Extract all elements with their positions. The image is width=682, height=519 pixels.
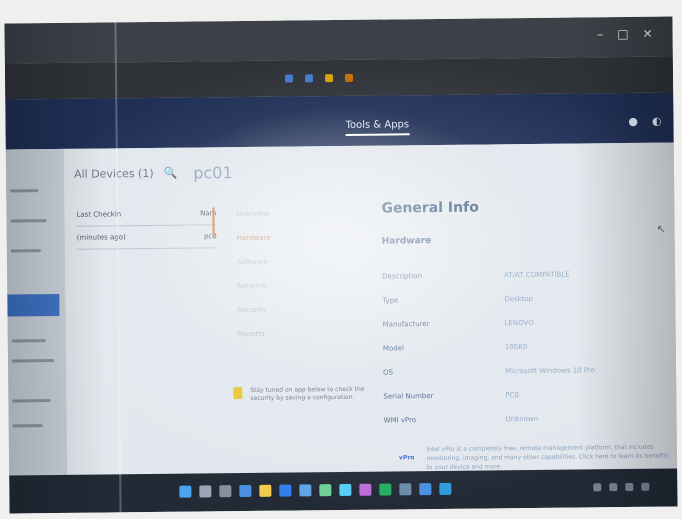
info-label: Type xyxy=(382,296,399,305)
app-header: Tools & Apps ● ◐ xyxy=(5,92,674,150)
sidebar-item[interactable] xyxy=(10,189,39,193)
browser-titlebar: – □ ✕ xyxy=(4,16,673,64)
sidebar-item[interactable] xyxy=(10,249,41,253)
bookmark-icon xyxy=(305,74,314,83)
store-icon[interactable] xyxy=(279,484,292,497)
app-icon[interactable] xyxy=(439,482,452,495)
app-icon[interactable] xyxy=(359,483,372,496)
search-icon[interactable] xyxy=(199,485,212,498)
sidebar xyxy=(5,148,68,476)
info-value: AT/AT COMPATIBLE xyxy=(504,270,570,280)
device-title: pc01 xyxy=(193,163,233,183)
device-nav: Overview Hardware Software Network Secur… xyxy=(236,201,368,346)
bookmark-icon xyxy=(344,73,354,82)
page-title: General Info xyxy=(381,199,479,217)
start-icon[interactable] xyxy=(179,485,192,498)
bookmark-1[interactable] xyxy=(285,74,294,83)
app-icon[interactable] xyxy=(339,483,352,497)
info-label: Description xyxy=(382,272,423,281)
info-value: 10SK0 xyxy=(504,343,528,352)
info-value: LENOVO xyxy=(504,318,534,328)
info-value: Microsoft Windows 10 Pro xyxy=(505,366,595,376)
sidebar-item[interactable] xyxy=(10,219,47,223)
mail-icon[interactable] xyxy=(299,484,312,497)
info-label: WMI vPro xyxy=(383,416,417,425)
window-controls: – □ ✕ xyxy=(597,27,653,42)
sidebar-item[interactable] xyxy=(11,339,46,343)
section-title: Hardware xyxy=(381,236,432,247)
device-list: Last Checkin Nam (minutes ago) pc0 xyxy=(76,202,217,250)
bookmark-icon xyxy=(325,74,334,83)
info-label: Model xyxy=(382,344,404,353)
nav-item-hardware[interactable]: Hardware xyxy=(237,225,367,250)
info-row: WMI vPro Unknown xyxy=(384,406,674,433)
info-row: Type Desktop xyxy=(382,286,672,313)
app-icon[interactable] xyxy=(379,483,392,496)
tray-icon[interactable] xyxy=(625,482,634,492)
folder-icon[interactable] xyxy=(259,484,272,497)
bookmark-4[interactable] xyxy=(344,73,354,82)
cell-name: pc0 xyxy=(203,232,217,241)
app-icon[interactable] xyxy=(319,484,332,497)
vpro-badge[interactable]: vPro xyxy=(399,453,415,472)
selection-indicator xyxy=(212,207,215,238)
tray-icon[interactable] xyxy=(641,482,650,491)
header-icons: ● ◐ xyxy=(628,115,661,128)
photo-stage: – □ ✕ Tools & Apps ● ◐ All Devices (1) 🔍… xyxy=(0,0,682,519)
info-label: OS xyxy=(383,368,394,377)
tip-text: Stay tuned on app below to check the sec… xyxy=(250,385,365,403)
bookmark-3[interactable] xyxy=(325,74,334,83)
general-info-panel: General Info Hardware Description AT/AT … xyxy=(381,198,673,433)
minimize-icon[interactable]: – xyxy=(597,27,603,41)
account-icon[interactable]: ◐ xyxy=(652,115,662,128)
nav-item-overview[interactable]: Overview xyxy=(236,201,366,226)
edge-icon[interactable] xyxy=(239,484,252,498)
bookmark-2[interactable] xyxy=(305,74,314,83)
app-icon[interactable] xyxy=(399,483,412,496)
table-row[interactable]: (minutes ago) pc0 xyxy=(76,225,217,250)
lightbulb-icon xyxy=(233,387,243,400)
sidebar-item[interactable] xyxy=(11,359,55,363)
system-tray xyxy=(593,482,650,492)
nav-item-security[interactable]: Security xyxy=(237,297,367,322)
close-icon[interactable]: ✕ xyxy=(642,27,652,41)
search-icon[interactable]: 🔍 xyxy=(164,167,178,180)
info-label: Manufacturer xyxy=(382,320,430,329)
notification-icon[interactable]: ● xyxy=(628,115,638,128)
list-header-row: Last Checkin Nam xyxy=(76,202,217,227)
nav-item-network[interactable]: Network xyxy=(237,273,367,298)
sidebar-item[interactable] xyxy=(12,424,43,428)
info-row: Serial Number PC0 xyxy=(383,382,673,409)
vpro-text[interactable]: Intel vPro is a completely free, remote … xyxy=(426,443,669,473)
info-row: Manufacturer LENOVO xyxy=(383,310,673,337)
info-row: Description AT/AT COMPATIBLE xyxy=(382,262,672,289)
info-row: OS Microsoft Windows 10 Pro xyxy=(383,358,673,385)
tip-box: Stay tuned on app below to check the sec… xyxy=(233,386,373,404)
vpro-promo: vPro Intel vPro is a completely free, re… xyxy=(399,443,669,473)
sidebar-item[interactable] xyxy=(12,399,51,403)
app-icon[interactable] xyxy=(419,483,432,496)
tray-icon[interactable] xyxy=(609,483,618,492)
info-row: Model 10SK0 xyxy=(383,334,673,361)
nav-item-reports[interactable]: Reports xyxy=(238,321,368,346)
maximize-icon[interactable]: □ xyxy=(617,27,628,41)
info-value: Desktop xyxy=(504,294,534,304)
tray-icon[interactable] xyxy=(593,483,602,492)
col-last-checkin[interactable]: Last Checkin xyxy=(76,210,121,218)
bookmark-icon xyxy=(285,74,294,83)
taskbar xyxy=(9,468,678,514)
taskbar-apps xyxy=(179,482,452,498)
nav-item-software[interactable]: Software xyxy=(237,249,367,274)
main-content: All Devices (1) 🔍 pc01 Last Checkin Nam … xyxy=(5,142,678,476)
mouse-cursor-icon: ↖ xyxy=(656,222,666,236)
info-value: PC0 xyxy=(505,391,519,400)
all-devices-label[interactable]: All Devices (1) xyxy=(74,167,154,181)
tab-tools-apps[interactable]: Tools & Apps xyxy=(345,119,410,136)
sidebar-active-button[interactable] xyxy=(7,293,60,317)
info-value: Unknown xyxy=(505,414,539,424)
devices-header: All Devices (1) 🔍 pc01 xyxy=(74,163,233,184)
taskview-icon[interactable] xyxy=(219,485,232,498)
monitor-screen: – □ ✕ Tools & Apps ● ◐ All Devices (1) 🔍… xyxy=(4,16,678,514)
info-label: Serial Number xyxy=(383,392,434,401)
